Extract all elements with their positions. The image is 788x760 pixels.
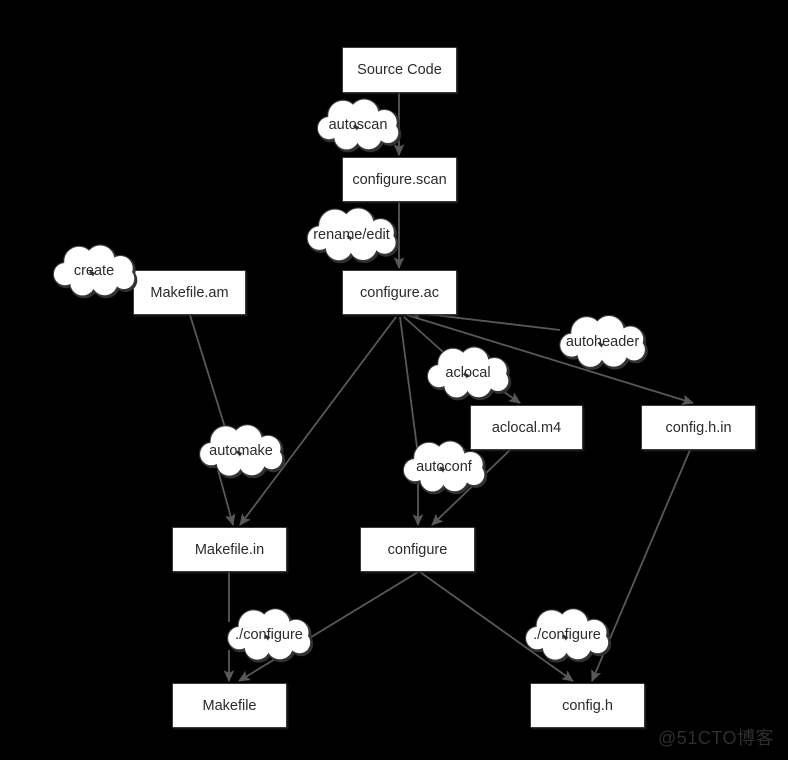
cloud-shape-icon xyxy=(402,440,488,495)
node-configure[interactable]: configure xyxy=(360,527,475,572)
cloud-automake[interactable]: automake xyxy=(196,424,286,479)
node-label: config.h xyxy=(562,697,613,714)
node-label: config.h.in xyxy=(665,419,732,436)
cloud-shape-icon xyxy=(525,608,612,663)
node-label: configure.ac xyxy=(360,284,439,301)
node-config_h[interactable]: config.h xyxy=(530,683,645,728)
cloud-configure_sh_l[interactable]: ./configure xyxy=(224,608,314,663)
node-label: configure xyxy=(387,541,448,558)
node-makefile_in[interactable]: Makefile.in xyxy=(172,527,287,572)
cloud-shape-icon xyxy=(199,424,286,479)
node-source_code[interactable]: Source Code xyxy=(342,47,457,93)
node-label: Makefile xyxy=(202,697,257,714)
cloud-autoconf[interactable]: autoconf xyxy=(400,440,488,495)
cloud-shape-icon xyxy=(52,244,138,299)
edge-am-to-automake xyxy=(189,314,229,438)
cloud-configure_sh_r[interactable]: ./configure xyxy=(522,608,612,663)
cloud-shape-icon xyxy=(306,207,399,264)
cloud-autoheader[interactable]: autoheader xyxy=(556,314,649,370)
watermark: @51CTO博客 xyxy=(658,728,774,748)
cloud-autoscan[interactable]: autoscan xyxy=(314,98,402,153)
node-configure_scan[interactable]: configure.scan xyxy=(342,157,457,202)
edge-ac-to-autoconf xyxy=(399,316,419,456)
node-makefile[interactable]: Makefile xyxy=(172,683,287,728)
cloud-shape-icon xyxy=(559,314,648,370)
node-config_h_in[interactable]: config.h.in xyxy=(641,405,756,450)
diagram-canvas: Source Code configure.scan configure.ac Mak… xyxy=(0,0,788,760)
edge-ac-to-mkin xyxy=(239,316,397,526)
node-label: Makefile.in xyxy=(194,541,265,558)
cloud-shape-icon xyxy=(426,346,512,401)
node-label: aclocal.m4 xyxy=(491,419,562,436)
node-label: configure.scan xyxy=(352,171,447,188)
cloud-shape-icon xyxy=(227,608,314,663)
node-makefile_am[interactable]: Makefile.am xyxy=(133,270,246,315)
cloud-rename_edit[interactable]: rename/edit xyxy=(303,207,400,264)
node-label: Source Code xyxy=(357,62,442,78)
node-configure_ac[interactable]: configure.ac xyxy=(342,270,457,315)
cloud-aclocal[interactable]: aclocal xyxy=(424,346,512,401)
node-label: Makefile.am xyxy=(150,284,229,301)
cloud-create[interactable]: create xyxy=(50,244,138,299)
cloud-shape-icon xyxy=(316,98,402,153)
